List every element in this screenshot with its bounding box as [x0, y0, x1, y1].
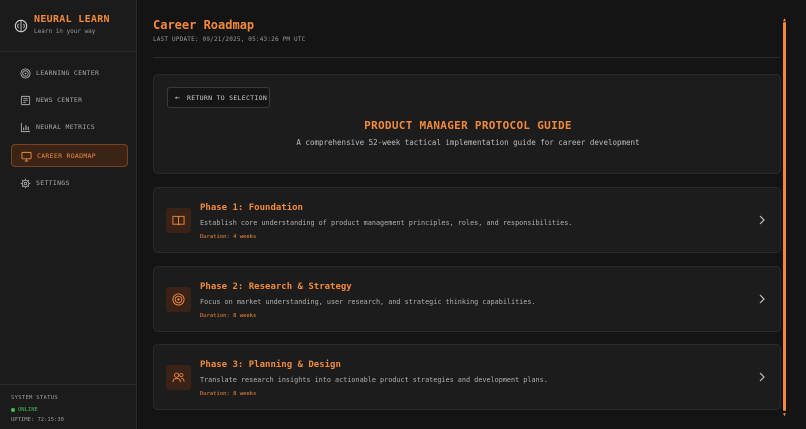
- phase-duration: Duration: 8 weeks: [200, 391, 257, 397]
- phase-card-2[interactable]: Phase 2: Research & Strategy Focus on ma…: [153, 266, 781, 332]
- target-icon: [172, 293, 185, 306]
- app-window: NEURAL LEARN Learn in your way LEARNING …: [0, 0, 806, 429]
- header-divider: [153, 57, 780, 58]
- chevron-right-icon: [759, 372, 765, 382]
- phase-duration: Duration: 4 weeks: [200, 234, 257, 240]
- uptime-readout: UPTIME: 72:15:30: [11, 417, 64, 423]
- brand-subtitle: Learn in your way: [34, 28, 96, 35]
- last-update-timestamp: LAST UPDATE: 09/21/2025, 05:43:26 PM UTC: [153, 36, 306, 43]
- chevron-right-icon: [759, 294, 765, 304]
- guide-title: PRODUCT MANAGER PROTOCOL GUIDE: [364, 119, 572, 132]
- sidebar-item-label: NEURAL METRICS: [36, 123, 95, 131]
- book-icon: [172, 215, 185, 226]
- phase-title: Phase 2: Research & Strategy: [200, 282, 352, 292]
- phase-title: Phase 3: Planning & Design: [200, 360, 341, 370]
- sidebar-item-label: SETTINGS: [36, 179, 70, 187]
- phase-card-3[interactable]: Phase 3: Planning & Design Translate res…: [153, 344, 781, 410]
- return-to-selection-button[interactable]: ← RETURN TO SELECTION: [167, 87, 270, 108]
- phase-card-1[interactable]: Phase 1: Foundation Establish core under…: [153, 187, 781, 253]
- monitor-icon: [21, 151, 32, 162]
- sidebar-item-label: CAREER ROADMAP: [37, 152, 96, 160]
- brand: NEURAL LEARN Learn in your way: [0, 0, 137, 52]
- guide-description: A comprehensive 52-week tactical impleme…: [296, 138, 640, 147]
- return-button-label: RETURN TO SELECTION: [187, 94, 268, 102]
- sidebar: NEURAL LEARN Learn in your way LEARNING …: [0, 0, 137, 429]
- phase-duration: Duration: 8 weeks: [200, 313, 257, 319]
- guide-header-card: ← RETURN TO SELECTION PRODUCT MANAGER PR…: [153, 74, 781, 174]
- page-title: Career Roadmap: [153, 18, 255, 32]
- phase-icon-box: [166, 365, 191, 390]
- scrollbar-thumb[interactable]: [783, 22, 786, 411]
- status-state: ONLINE: [18, 407, 38, 413]
- target-icon: [20, 68, 31, 79]
- sidebar-item-news-center[interactable]: NEWS CENTER: [11, 89, 128, 112]
- phase-title: Phase 1: Foundation: [200, 203, 303, 213]
- newspaper-icon: [20, 95, 31, 106]
- system-status: SYSTEM STATUS ONLINE UPTIME: 72:15:30: [0, 384, 137, 429]
- bar-chart-icon: [20, 122, 31, 133]
- sidebar-item-learning-center[interactable]: LEARNING CENTER: [11, 62, 128, 85]
- sidebar-item-label: NEWS CENTER: [36, 96, 83, 104]
- users-icon: [172, 372, 185, 383]
- brand-title: NEURAL LEARN: [34, 14, 110, 25]
- gear-icon: [20, 178, 31, 189]
- arrow-left-icon: ←: [175, 93, 180, 102]
- scroll-down-arrow-icon[interactable]: ▼: [782, 413, 787, 418]
- sidebar-item-career-roadmap[interactable]: CAREER ROADMAP: [11, 144, 128, 167]
- main-content: Career Roadmap LAST UPDATE: 09/21/2025, …: [138, 0, 806, 429]
- sidebar-item-label: LEARNING CENTER: [36, 69, 100, 77]
- scrollbar[interactable]: ▲ ▼: [782, 18, 787, 418]
- phase-icon-box: [166, 287, 191, 312]
- sidebar-item-settings[interactable]: SETTINGS: [11, 172, 128, 195]
- phase-description: Focus on market understanding, user rese…: [200, 298, 536, 306]
- status-badge: ONLINE: [11, 407, 38, 413]
- phase-description: Establish core understanding of product …: [200, 219, 573, 227]
- chevron-right-icon: [759, 215, 765, 225]
- system-status-title: SYSTEM STATUS: [11, 395, 58, 401]
- phase-description: Translate research insights into actiona…: [200, 376, 548, 384]
- phase-icon-box: [166, 208, 191, 233]
- sidebar-item-neural-metrics[interactable]: NEURAL METRICS: [11, 116, 128, 139]
- brain-icon: [14, 19, 28, 33]
- online-dot-icon: [11, 407, 15, 412]
